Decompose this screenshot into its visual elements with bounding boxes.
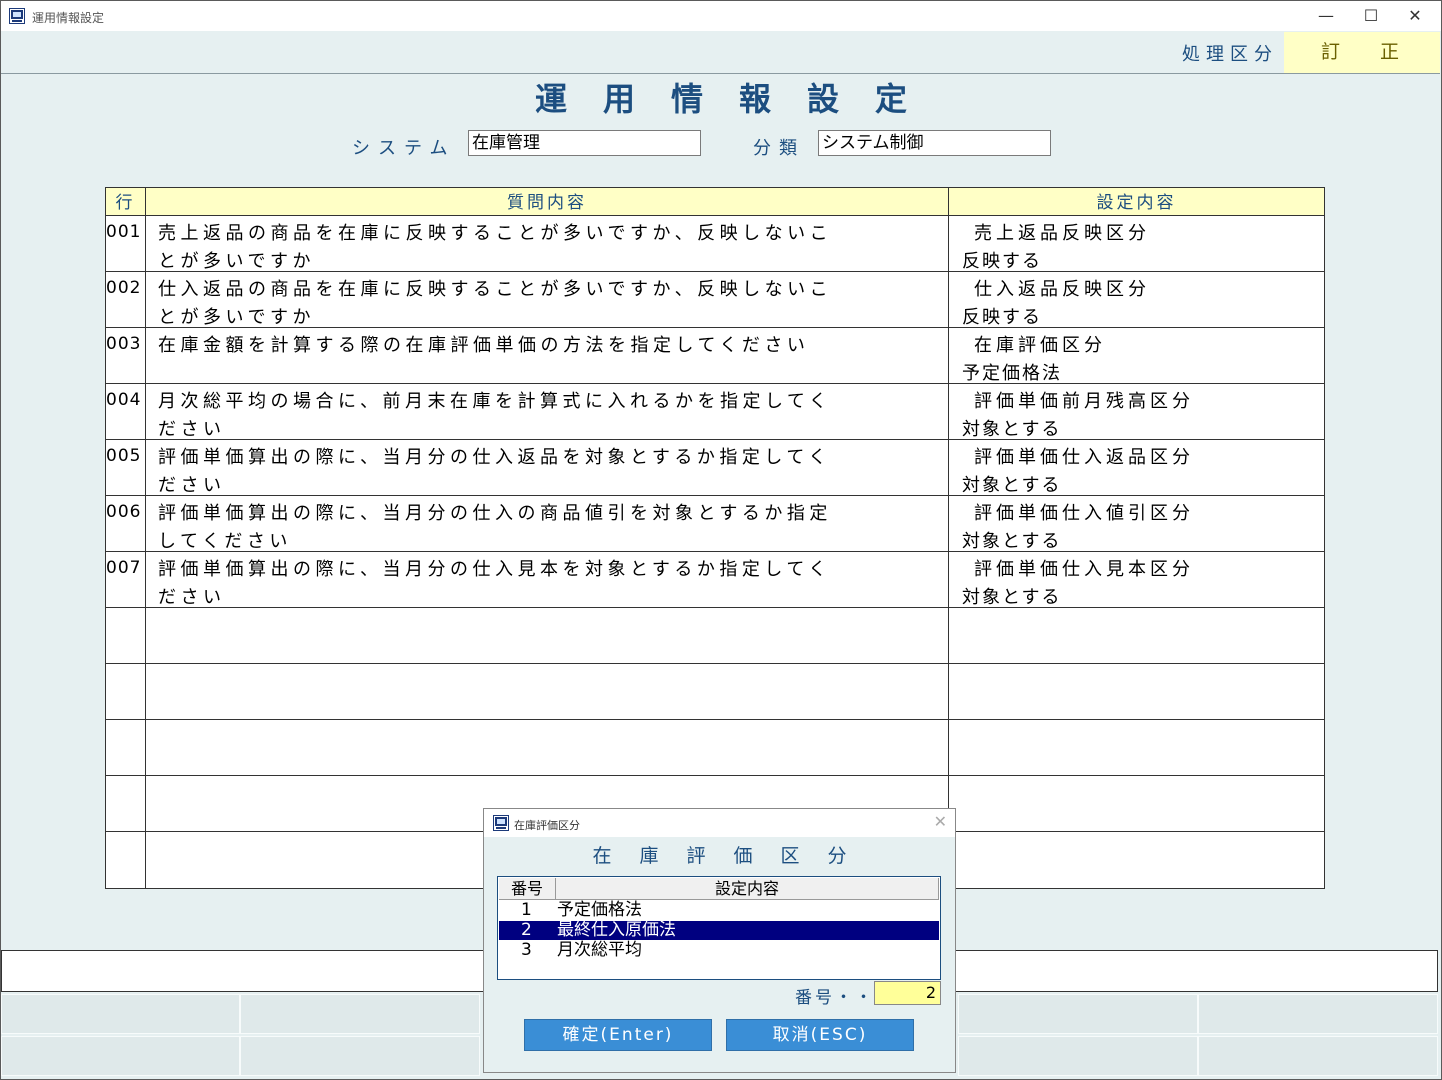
table-row-empty[interactable]: [106, 664, 1324, 720]
row-setting-name: 評価単価仕入返品区分: [974, 447, 1194, 468]
grid-divider: [948, 188, 949, 888]
page-title: 運用情報設定: [534, 80, 943, 118]
title-bar: 運用情報設定 — ☐ ✕: [1, 1, 1441, 31]
row-setting-name: 在庫評価区分: [974, 335, 1106, 356]
row-setting-name: 評価単価仕入見本区分: [974, 559, 1194, 580]
close-button[interactable]: ✕: [1393, 2, 1437, 30]
row-number: 001: [106, 222, 142, 242]
row-number: 006: [106, 502, 142, 522]
dialog-title: 在庫評価区分: [514, 819, 580, 832]
app-window-icon: [493, 815, 509, 831]
row-setting-name: 評価単価仕入値引区分: [974, 503, 1194, 524]
list-item[interactable]: 1 予定価格法: [499, 901, 939, 920]
grid-header-setting: 設定内容: [949, 188, 1324, 216]
row-question: 仕入返品の商品を在庫に反映することが多いですか、反映しないこ とが多いですか: [158, 279, 833, 328]
options-listbox[interactable]: 番号 設定内容 1 予定価格法 2 最終仕入原価法 3 月次総平均: [497, 876, 941, 980]
close-icon: ✕: [1408, 6, 1422, 25]
confirm-button[interactable]: 確定(Enter): [524, 1019, 712, 1051]
category-label: 分類: [753, 138, 805, 159]
row-setting-name: 売上返品反映区分: [974, 223, 1150, 244]
number-input[interactable]: 2: [874, 981, 941, 1005]
row-number: 003: [106, 334, 142, 354]
grid-divider: [145, 188, 146, 888]
system-label: システム: [352, 138, 456, 159]
row-setting-name: 仕入返品反映区分: [974, 279, 1150, 300]
row-number: 004: [106, 390, 142, 410]
function-key-slot[interactable]: [240, 1036, 480, 1076]
dialog-heading: 在庫評価区分: [592, 845, 875, 867]
row-number: 007: [106, 558, 142, 578]
grid-header-question: 質問内容: [145, 188, 949, 216]
mode-value-char-1: 訂: [1321, 41, 1341, 63]
list-header-content: 設定内容: [556, 878, 939, 900]
row-question: 評価単価算出の際に、当月分の仕入返品を対象とするか指定してく ださい: [158, 447, 831, 496]
row-number: 005: [106, 446, 142, 466]
minimize-button[interactable]: —: [1304, 2, 1348, 30]
system-field[interactable]: 在庫管理: [468, 130, 701, 156]
maximize-icon: ☐: [1363, 6, 1379, 25]
row-number: 002: [106, 278, 142, 298]
table-row-empty[interactable]: [106, 608, 1324, 664]
cancel-button[interactable]: 取消(ESC): [726, 1019, 914, 1051]
row-question: 評価単価算出の際に、当月分の仕入見本を対象とするか指定してく ださい: [158, 559, 831, 608]
row-question: 評価単価算出の際に、当月分の仕入の商品値引を対象とするか指定 してください: [158, 503, 832, 552]
mode-value-char-2: 正: [1380, 41, 1400, 63]
table-row[interactable]: 007 評価単価算出の際に、当月分の仕入見本を対象とするか指定してく ださい 評価…: [106, 552, 1324, 608]
function-key-slot[interactable]: [958, 1036, 1198, 1076]
table-row[interactable]: 002 仕入返品の商品を在庫に反映することが多いですか、反映しないこ とが多いです…: [106, 272, 1324, 328]
table-row[interactable]: 006 評価単価算出の際に、当月分の仕入の商品値引を対象とするか指定 してください…: [106, 496, 1324, 552]
function-key-slot[interactable]: [1198, 1036, 1438, 1076]
maximize-button[interactable]: ☐: [1349, 2, 1393, 30]
function-key-slot[interactable]: [1198, 994, 1438, 1034]
table-row-empty[interactable]: [106, 720, 1324, 776]
dialog-title-bar: 在庫評価区分 ✕: [484, 809, 955, 837]
function-key-slot[interactable]: [1, 994, 240, 1034]
function-key-slot[interactable]: [240, 994, 480, 1034]
mode-value: 訂 正: [1284, 32, 1440, 73]
table-row[interactable]: 005 評価単価算出の際に、当月分の仕入返品を対象とするか指定してく ださい 評価…: [106, 440, 1324, 496]
row-setting-name: 評価単価前月残高区分: [974, 391, 1194, 412]
table-row[interactable]: 004 月次総平均の場合に、前月末在庫を計算式に入れるかを指定してく ださい 評価…: [106, 384, 1324, 440]
app-window-icon: [9, 8, 25, 24]
function-key-slot[interactable]: [958, 994, 1198, 1034]
window-title: 運用情報設定: [32, 11, 105, 25]
mode-label: 処理区分: [1182, 44, 1278, 65]
table-row[interactable]: 003 在庫金額を計算する際の在庫評価単価の方法を指定してください 在庫評価区分…: [106, 328, 1324, 384]
category-field[interactable]: システム制御: [818, 130, 1051, 156]
grid-header-row: 行: [106, 188, 145, 216]
list-item[interactable]: 3 月次総平均: [499, 941, 939, 960]
function-key-slot[interactable]: [1, 1036, 240, 1076]
list-header-no: 番号: [499, 878, 556, 900]
row-question: 売上返品の商品を在庫に反映することが多いですか、反映しないこ とが多いですか: [158, 223, 833, 272]
row-question: 在庫金額を計算する際の在庫評価単価の方法を指定してください: [158, 335, 810, 356]
inventory-valuation-dialog: 在庫評価区分 ✕ 在庫評価区分 番号 設定内容 1 予定価格法 2 最終仕入原価法 …: [483, 808, 956, 1073]
table-row[interactable]: 001 売上返品の商品を在庫に反映することが多いですか、反映しないこ とが多いです…: [106, 216, 1324, 272]
minimize-icon: —: [1318, 6, 1334, 25]
settings-grid: 行 質問内容 設定内容 001 売上返品の商品を在庫に反映することが多いですか、…: [105, 187, 1325, 889]
close-icon[interactable]: ✕: [934, 812, 947, 831]
row-question: 月次総平均の場合に、前月末在庫を計算式に入れるかを指定してく ださい: [158, 391, 832, 440]
list-item-selected[interactable]: 2 最終仕入原価法: [499, 921, 939, 940]
